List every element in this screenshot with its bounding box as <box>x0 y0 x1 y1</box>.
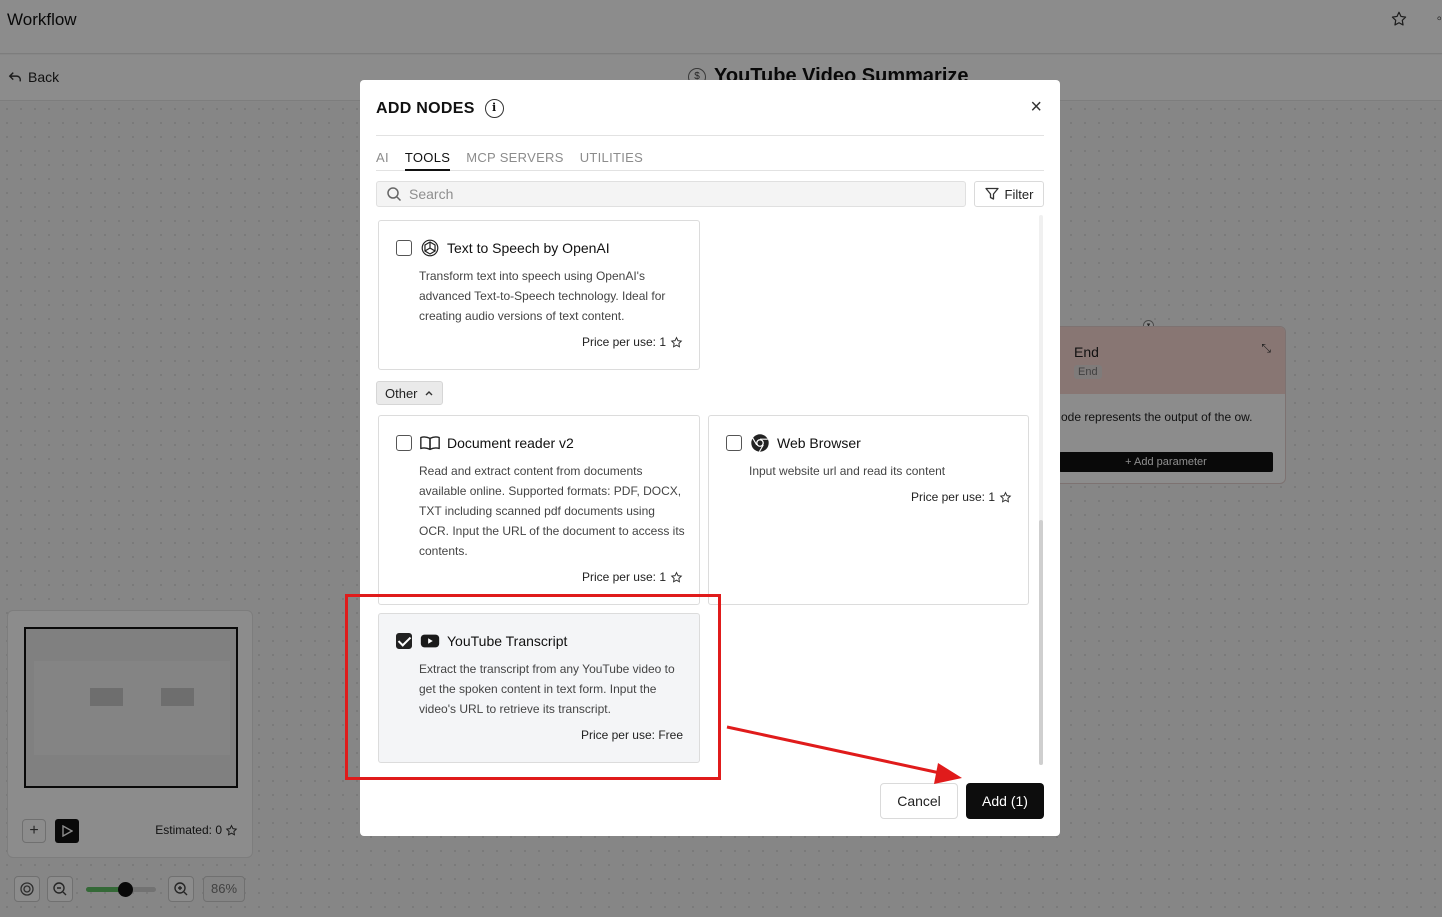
info-icon[interactable]: i <box>484 99 504 118</box>
node-checkbox[interactable] <box>396 435 412 451</box>
node-name: Text to Speech by OpenAI <box>447 240 610 256</box>
node-price: Price per use: 1 <box>582 570 683 584</box>
scrollbar[interactable] <box>1039 215 1043 765</box>
node-price-label: Price per use: 1 <box>910 490 995 504</box>
filter-label: Filter <box>1004 186 1034 202</box>
tab-utilities[interactable]: UTILITIES <box>580 150 643 171</box>
node-price: Price per use: 1 <box>911 490 1012 504</box>
star-icon <box>670 571 683 583</box>
node-description: Read and extract content from documents … <box>419 464 685 558</box>
chrome-icon <box>751 434 769 452</box>
search-input[interactable] <box>409 186 949 202</box>
close-icon[interactable]: × <box>1030 97 1042 117</box>
highlight-annotation <box>345 594 721 780</box>
node-price: Price per use: 1 <box>582 335 683 349</box>
tab-tools[interactable]: TOOLS <box>404 150 451 171</box>
tab-mcp-servers[interactable]: MCP SERVERS <box>466 150 563 171</box>
node-price-label: Price per use: 1 <box>581 570 666 584</box>
search-icon <box>387 187 402 202</box>
star-icon <box>999 491 1012 503</box>
add-button[interactable]: Add (1) <box>966 783 1044 819</box>
divider <box>376 135 1044 136</box>
node-card-document-reader[interactable]: Document reader v2 Read and extract cont… <box>378 415 700 605</box>
book-icon <box>420 436 440 451</box>
node-checkbox[interactable] <box>726 435 742 451</box>
filter-icon <box>984 187 999 200</box>
cancel-button[interactable]: Cancel <box>880 783 958 819</box>
node-card-web-browser[interactable]: Web Browser Input website url and read i… <box>708 415 1029 605</box>
scrollbar-thumb[interactable] <box>1039 520 1043 765</box>
node-price-label: Price per use: 1 <box>581 335 666 349</box>
node-category-tabs: AI TOOLS MCP SERVERS UTILITIES <box>376 150 1044 171</box>
tab-ai[interactable]: AI <box>376 150 389 171</box>
modal-title: ADD NODES i <box>376 99 504 118</box>
node-description: Transform text into speech using OpenAI'… <box>419 269 666 323</box>
openai-icon <box>421 239 439 257</box>
star-icon <box>670 336 683 348</box>
chevron-up-icon <box>425 391 433 396</box>
node-name: Web Browser <box>777 435 861 451</box>
modal-title-text: ADD NODES <box>376 99 475 117</box>
search-box <box>376 181 966 207</box>
group-label: Other <box>385 385 418 401</box>
node-card-text-to-speech[interactable]: Text to Speech by OpenAI Transform text … <box>378 220 700 370</box>
node-name: Document reader v2 <box>447 435 574 451</box>
filter-button[interactable]: Filter <box>974 181 1044 207</box>
group-toggle-other[interactable]: Other <box>376 381 443 405</box>
node-description: Input website url and read its content <box>749 464 946 478</box>
node-checkbox[interactable] <box>396 240 412 256</box>
